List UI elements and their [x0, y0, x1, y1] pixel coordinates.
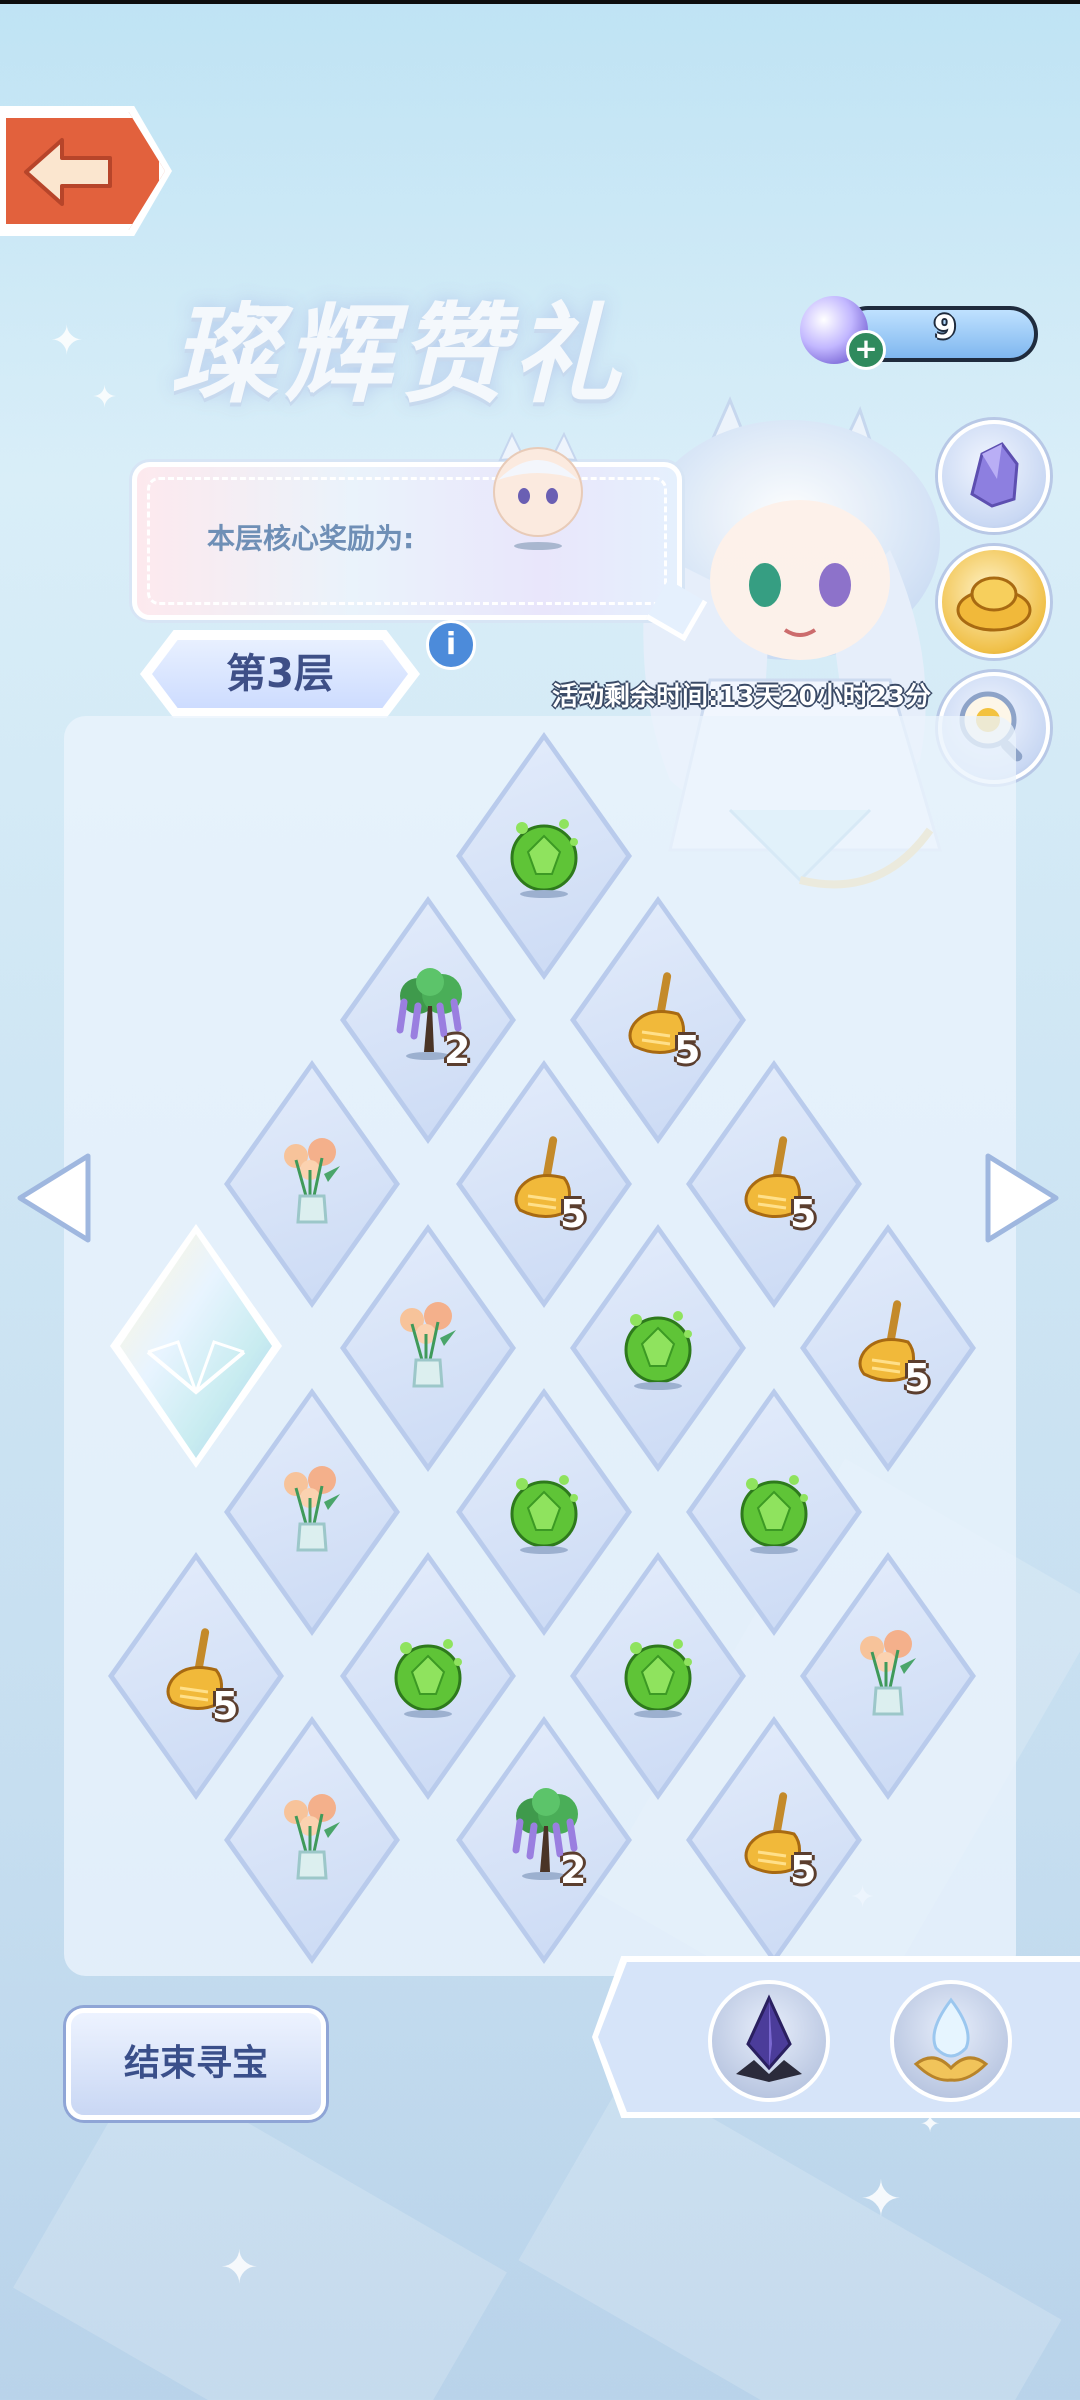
status-bar [0, 0, 1080, 4]
item-count: 5 [790, 1848, 817, 1892]
core-reward-label: 本层核心奖励为: [207, 522, 415, 555]
back-arrow-icon [24, 138, 112, 206]
sparkle-icon: ✦ [92, 380, 118, 415]
background-shard [518, 2069, 1062, 2400]
currency-counter[interactable]: 9 + [800, 296, 1038, 370]
light-crystal-tool-button[interactable] [890, 1980, 1012, 2102]
board-tile[interactable]: 5 [686, 1716, 862, 1964]
dark-crystal-tool-button[interactable] [708, 1980, 830, 2102]
currency-value: 9 [933, 308, 957, 346]
green-orb-icon [724, 1458, 824, 1558]
sparkle-icon: ✦ [860, 2170, 902, 2228]
gold-ingot-icon [956, 576, 1032, 632]
cat-pet-reward-icon[interactable] [478, 430, 598, 550]
core-reward-box: 本层核心奖励为: [132, 462, 708, 642]
floor-label: 第3层 [152, 640, 408, 708]
dark-crystal-icon [736, 1994, 802, 2082]
board-tile[interactable]: 2 [456, 1716, 632, 1964]
sparkle-icon: ✦ [50, 318, 84, 364]
purple-crystal-icon [970, 442, 1019, 508]
item-count: 5 [904, 1356, 931, 1400]
crystal-shop-button[interactable] [938, 420, 1050, 532]
prev-page-arrow[interactable] [14, 1150, 94, 1246]
green-orb-icon [494, 1458, 594, 1558]
green-orb-icon [608, 1622, 708, 1722]
treasure-button[interactable] [938, 546, 1050, 658]
add-currency-button[interactable]: + [846, 330, 886, 370]
flower-vase-icon [378, 1294, 478, 1394]
board-tile[interactable] [224, 1716, 400, 1964]
green-orb-icon [608, 1294, 708, 1394]
green-orb-icon [494, 802, 594, 902]
info-icon[interactable]: i [426, 620, 476, 670]
item-count: 2 [560, 1848, 587, 1892]
flower-vase-icon [262, 1458, 362, 1558]
flower-vase-icon [262, 1786, 362, 1886]
light-crystal-icon [913, 1997, 989, 2082]
flower-vase-icon [262, 1130, 362, 1230]
event-timer: 活动剩余时间:13天20小时23分 [552, 682, 931, 712]
end-treasure-hunt-button[interactable]: 结束寻宝 [66, 2008, 326, 2120]
next-page-arrow[interactable] [982, 1150, 1062, 1246]
sparkle-icon: ✦ [220, 2240, 259, 2294]
green-orb-icon [378, 1622, 478, 1722]
flower-vase-icon [838, 1622, 938, 1722]
